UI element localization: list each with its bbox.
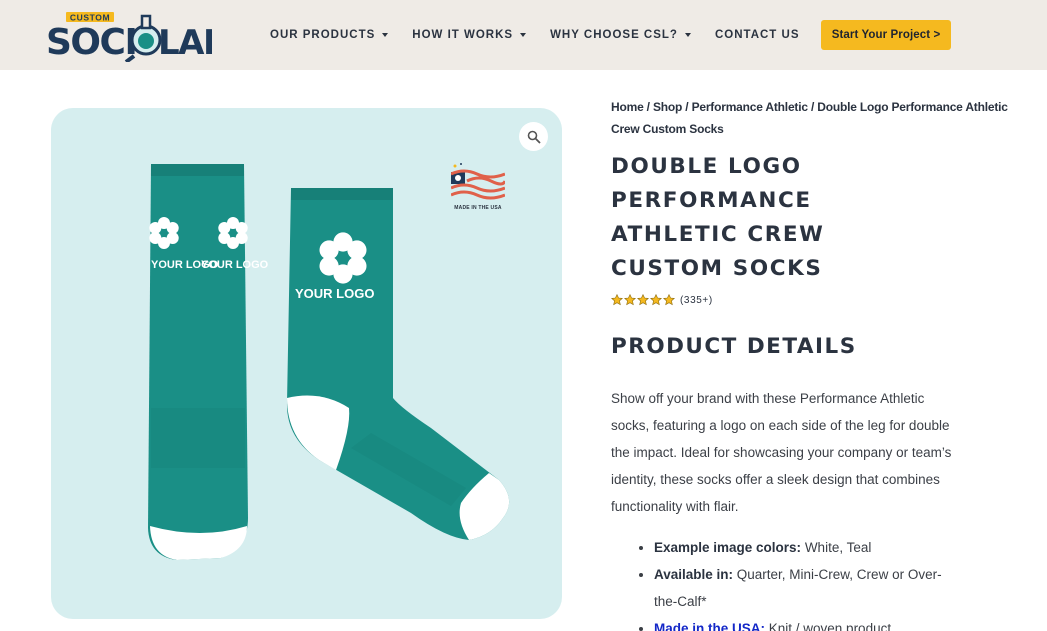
breadcrumb: Home / Shop / Performance Athletic / Dou… [611,96,1011,140]
nav-label: OUR PRODUCTS [270,29,376,41]
svg-text:CUSTOM: CUSTOM [70,13,110,23]
feature-value: Knit / woven product [765,621,892,631]
nav-label: HOW IT WORKS [412,29,514,41]
list-item: Example image colors: White, Teal [654,534,954,561]
star-icon [611,294,623,306]
nav-how-it-works[interactable]: HOW IT WORKS [412,29,527,41]
start-your-project-button[interactable]: Start Your Project > [821,20,951,50]
made-in-usa-link[interactable]: Made in the USA: [654,621,765,631]
product-info: Home / Shop / Performance Athletic / Dou… [611,96,1011,631]
magnifier-icon [527,130,541,144]
product-details-heading: PRODUCT DETAILS [611,334,857,359]
star-icon [624,294,636,306]
nav-contact-us[interactable]: CONTACT US [715,29,800,41]
breadcrumb-category[interactable]: Performance Athletic [692,100,808,114]
made-in-usa-badge: MADE IN THE USA [450,162,507,216]
badge-label: MADE IN THE USA [454,205,502,211]
feature-label: Example image colors: [654,540,802,555]
product-image-gallery[interactable]: YOUR LOGO YOUR LOGO YOUR LOGO MADE IN TH… [51,108,562,619]
chevron-down-icon [520,33,527,37]
sock-logo-text: YOUR LOGO [295,286,374,301]
list-item: Available in: Quarter, Mini-Crew, Crew o… [654,561,954,615]
list-item: Made in the USA: Knit / woven product [654,615,954,631]
nav-label: CONTACT US [714,29,800,41]
breadcrumb-separator: / [682,100,692,114]
chevron-down-icon [684,33,691,37]
zoom-button[interactable] [519,122,548,151]
chevron-down-icon [382,33,389,37]
rating-count: (335+) [680,294,713,306]
star-icon [663,294,675,306]
product-description: Show off your brand with these Performan… [611,391,952,514]
product-rating[interactable]: (335+) [611,292,1011,308]
svg-text:LAB: LAB [158,23,212,62]
product-features-list: Example image colors: White, Teal Availa… [654,534,954,631]
feature-value: White, Teal [801,540,872,555]
product-title: DOUBLE LOGO PERFORMANCE ATHLETIC CREW CU… [611,154,825,281]
breadcrumb-shop[interactable]: Shop [653,100,682,114]
star-icon [637,294,649,306]
star-icon [650,294,662,306]
nav-our-products[interactable]: OUR PRODUCTS [270,29,389,41]
breadcrumb-home[interactable]: Home [611,100,644,114]
sock-logo-text: YOUR LOGO [201,259,269,271]
breadcrumb-separator: / [807,100,818,114]
custom-sock-lab-logo[interactable]: CUSTOM SOCK LAB [46,10,229,64]
main-nav: OUR PRODUCTS HOW IT WORKS WHY CHOOSE CSL… [270,0,824,70]
nav-why-choose-csl[interactable]: WHY CHOOSE CSL? [550,29,691,41]
site-header: CUSTOM SOCK LAB OUR PRODUCTS HOW IT WORK… [0,0,1047,70]
nav-label: WHY CHOOSE CSL? [550,29,678,41]
breadcrumb-separator: / [643,100,653,114]
feature-label: Available in: [654,567,734,582]
